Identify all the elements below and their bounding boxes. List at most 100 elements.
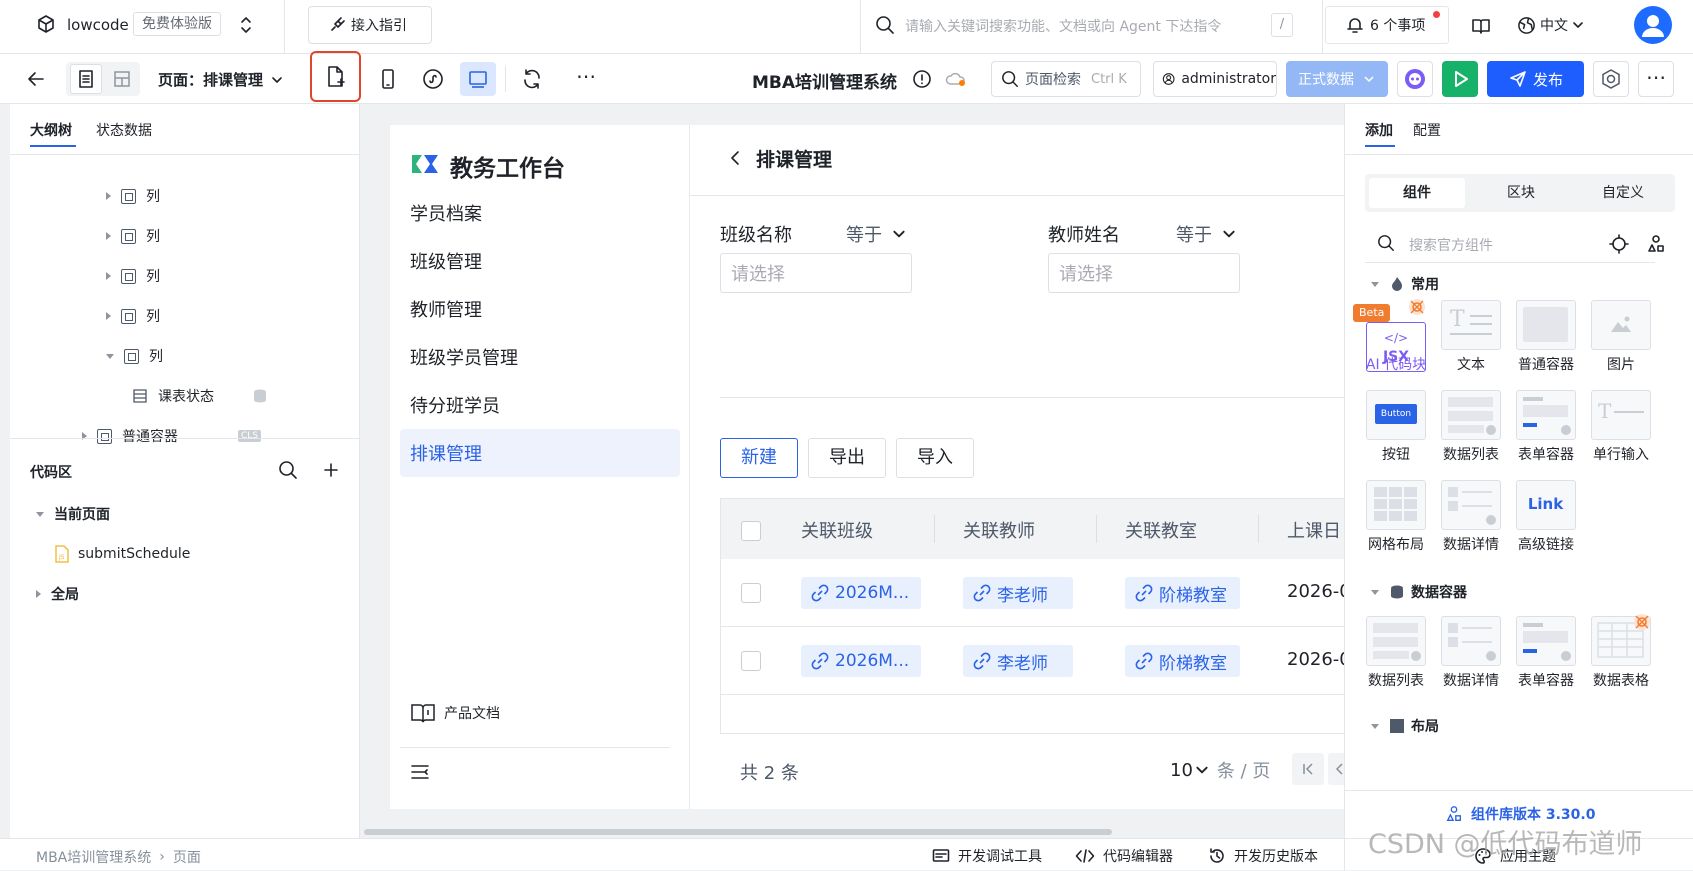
filter-operator-class[interactable]: 等于 xyxy=(846,221,906,247)
table-row[interactable]: 2026M... 李老师 阶梯教室 2026-0 xyxy=(721,627,1351,695)
filter-operator-teacher[interactable]: 等于 xyxy=(1176,221,1236,247)
tree-item-column[interactable]: 列 xyxy=(106,184,160,208)
nav-item-class-students[interactable]: 班级学员管理 xyxy=(400,333,680,381)
component-data-list[interactable] xyxy=(1441,390,1501,440)
tab-config[interactable]: 配置 xyxy=(1413,120,1441,140)
create-button[interactable]: 新建 xyxy=(720,438,798,478)
code-editor-button[interactable]: 代码编辑器 xyxy=(1075,846,1173,866)
env-data-button[interactable]: 正式数据 xyxy=(1286,61,1388,97)
tree-item-schedule-status[interactable]: 课表状态 xyxy=(132,384,268,408)
component-search-input[interactable]: 搜索官方组件 xyxy=(1409,235,1493,255)
back-arrow-icon[interactable] xyxy=(27,70,45,88)
todo-button[interactable]: 6 个事项 xyxy=(1325,6,1449,44)
segment-components[interactable]: 组件 xyxy=(1369,178,1465,208)
back-chevron-icon[interactable] xyxy=(728,149,742,167)
book-icon[interactable] xyxy=(1471,16,1491,36)
breadcrumb-item[interactable]: 页面 xyxy=(173,847,201,867)
alert-circle-icon[interactable] xyxy=(912,69,932,89)
code-current-page[interactable]: 当前页面 xyxy=(36,502,110,526)
row-checkbox[interactable] xyxy=(741,583,761,603)
component-text[interactable]: T xyxy=(1441,300,1501,350)
prev-page-button[interactable] xyxy=(1328,753,1345,785)
code-global[interactable]: 全局 xyxy=(36,582,79,606)
teacher-link[interactable]: 李老师 xyxy=(963,577,1073,609)
tab-state-data[interactable]: 状态数据 xyxy=(96,120,152,140)
tab-outline[interactable]: 大纲树 xyxy=(30,120,72,140)
export-button[interactable]: 导出 xyxy=(808,438,886,478)
product-docs-link[interactable]: 产品文档 xyxy=(410,701,500,725)
room-link[interactable]: 阶梯教室 xyxy=(1125,577,1240,609)
component-advanced-link[interactable]: Link xyxy=(1516,480,1576,530)
mini-program-icon[interactable] xyxy=(421,67,445,91)
teacher-link[interactable]: 李老师 xyxy=(963,645,1073,677)
component-container[interactable] xyxy=(1516,300,1576,350)
tree-item-column[interactable]: 列 xyxy=(106,264,160,288)
class-link[interactable]: 2026M... xyxy=(801,577,921,609)
desktop-preview-button[interactable] xyxy=(460,62,496,96)
ai-assistant-button[interactable] xyxy=(1397,61,1433,97)
nav-item-pending-students[interactable]: 待分班学员 xyxy=(400,381,680,429)
first-page-button[interactable] xyxy=(1292,753,1324,785)
group-common[interactable]: 常用 xyxy=(1371,274,1439,294)
search-icon[interactable] xyxy=(278,460,298,480)
tree-item-column[interactable]: 列 xyxy=(106,224,160,248)
nav-item-student-records[interactable]: 学员档案 xyxy=(400,189,680,237)
mobile-preview-icon[interactable] xyxy=(376,67,400,91)
import-button[interactable]: 导入 xyxy=(896,438,974,478)
collapse-menu-icon[interactable] xyxy=(410,763,430,781)
component-form-container[interactable] xyxy=(1516,616,1576,666)
component-library-version[interactable]: 组件库版本 3.30.0 xyxy=(1445,804,1595,824)
segment-custom[interactable]: 自定义 xyxy=(1575,178,1671,208)
tab-add[interactable]: 添加 xyxy=(1365,120,1393,140)
history-button[interactable]: 开发历史版本 xyxy=(1208,846,1318,866)
canvas-scrollbar[interactable] xyxy=(364,829,1112,835)
component-data-detail[interactable] xyxy=(1441,616,1501,666)
component-input[interactable]: T xyxy=(1591,390,1651,440)
more-icon[interactable]: ⋯ xyxy=(576,64,597,88)
code-function-item[interactable]: JS submitSchedule xyxy=(54,542,190,566)
publish-button[interactable]: 发布 xyxy=(1487,61,1584,97)
refresh-icon[interactable] xyxy=(520,67,544,91)
group-data-container[interactable]: 数据容器 xyxy=(1371,582,1467,602)
component-grid-layout[interactable] xyxy=(1366,480,1426,530)
new-page-button[interactable] xyxy=(310,51,361,102)
nav-item-class-management[interactable]: 班级管理 xyxy=(400,237,680,285)
user-button[interactable]: administrator xyxy=(1153,61,1277,97)
filter-input-teacher[interactable]: 请选择 xyxy=(1048,253,1240,293)
tree-item-container[interactable]: 普通容器 CLS xyxy=(82,424,262,448)
tree-item-column[interactable]: 列 xyxy=(106,304,160,328)
select-all-checkbox[interactable] xyxy=(741,521,761,541)
component-form-container[interactable] xyxy=(1516,390,1576,440)
outline-view-toggle[interactable] xyxy=(70,64,102,94)
language-switch[interactable]: 中文 xyxy=(1517,15,1584,35)
component-image[interactable] xyxy=(1591,300,1651,350)
nav-item-teacher-management[interactable]: 教师管理 xyxy=(400,285,680,333)
plus-icon[interactable] xyxy=(322,460,340,480)
component-data-detail[interactable] xyxy=(1441,480,1501,530)
app-name[interactable]: lowcode xyxy=(67,16,129,34)
component-button[interactable]: Button xyxy=(1366,390,1426,440)
component-shapes-icon[interactable] xyxy=(1646,234,1666,254)
nav-item-scheduling[interactable]: 排课管理 xyxy=(400,429,680,477)
locate-icon[interactable] xyxy=(1609,234,1629,254)
global-search-input[interactable]: 请输入关键词搜索功能、文档或向 Agent 下达指令 xyxy=(905,16,1221,36)
page-search-button[interactable]: 页面检索 Ctrl K xyxy=(991,61,1141,97)
switch-app-icon[interactable] xyxy=(240,16,252,34)
settings-button[interactable] xyxy=(1593,61,1629,97)
dev-tools-button[interactable]: 开发调试工具 xyxy=(932,846,1042,866)
more-menu-button[interactable]: ⋯ xyxy=(1638,61,1674,97)
class-link[interactable]: 2026M... xyxy=(801,645,921,677)
filter-input-class[interactable]: 请选择 xyxy=(720,253,912,293)
segment-blocks[interactable]: 区块 xyxy=(1473,178,1569,208)
avatar[interactable] xyxy=(1634,6,1672,44)
run-button[interactable] xyxy=(1442,61,1478,97)
table-row[interactable]: 2026M... 李老师 阶梯教室 2026-0 xyxy=(721,559,1351,627)
guide-button[interactable]: 接入指引 xyxy=(308,6,432,44)
page-selector[interactable]: 页面：排课管理 xyxy=(158,69,283,90)
page-size-select[interactable]: 10 条 / 页 xyxy=(1170,757,1270,783)
component-data-list[interactable] xyxy=(1366,616,1426,666)
row-checkbox[interactable] xyxy=(741,651,761,671)
tree-item-column[interactable]: 列 xyxy=(106,344,163,368)
group-layout[interactable]: 布局 xyxy=(1371,718,1439,734)
breadcrumb-item[interactable]: MBA培训管理系统 xyxy=(36,847,151,867)
